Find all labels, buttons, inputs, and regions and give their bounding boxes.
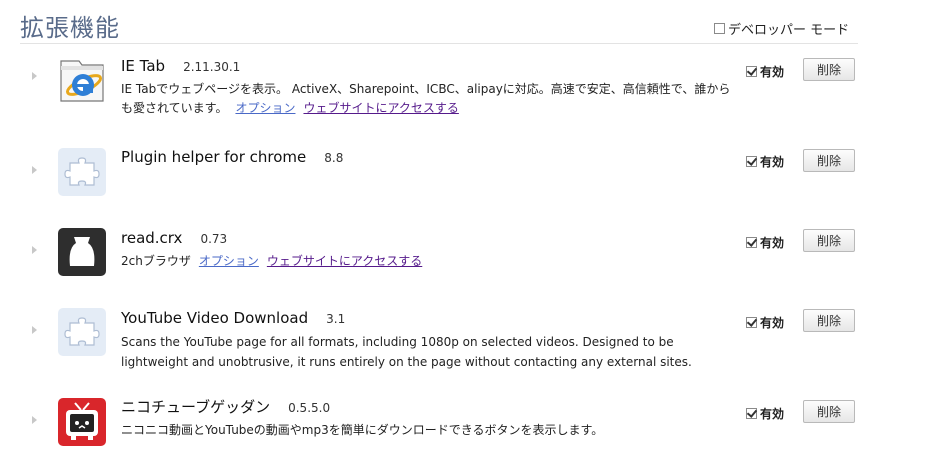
enabled-toggle[interactable]: 有効 xyxy=(746,234,784,251)
remove-button[interactable]: 削除 xyxy=(803,400,855,423)
extension-version: 3.1 xyxy=(326,312,346,326)
remove-button[interactable]: 削除 xyxy=(803,309,855,332)
options-link[interactable]: オプション xyxy=(235,101,295,115)
extension-version: 2.11.30.1 xyxy=(183,60,241,74)
remove-button[interactable]: 削除 xyxy=(803,149,855,172)
expand-arrow-icon[interactable] xyxy=(32,246,37,254)
enabled-label: 有効 xyxy=(760,155,785,169)
enabled-checkbox[interactable] xyxy=(746,237,757,248)
developer-mode-label: デベロッパー モード xyxy=(728,23,850,38)
developer-mode-toggle[interactable]: デベロッパー モード xyxy=(714,19,849,38)
puzzle-piece-icon xyxy=(58,308,106,356)
extension-description: ニコニコ動画とYouTubeの動画やmp3を簡単にダウンロードできるボタンを表示… xyxy=(121,423,604,437)
extension-description: Scans the YouTube page for all formats, … xyxy=(121,335,692,369)
enabled-label: 有効 xyxy=(760,236,785,250)
enabled-toggle[interactable]: 有効 xyxy=(746,405,784,422)
expand-arrow-icon[interactable] xyxy=(32,416,37,424)
expand-arrow-icon[interactable] xyxy=(32,72,37,80)
website-link[interactable]: ウェブサイトにアクセスする xyxy=(303,101,458,115)
enabled-checkbox[interactable] xyxy=(746,66,757,77)
extension-name: YouTube Video Download xyxy=(121,309,309,327)
header-divider xyxy=(20,43,858,44)
enabled-toggle[interactable]: 有効 xyxy=(746,314,784,331)
enabled-checkbox[interactable] xyxy=(746,317,757,328)
extension-name: read.crx xyxy=(121,229,183,247)
enabled-checkbox[interactable] xyxy=(746,408,757,419)
extension-version: 0.73 xyxy=(200,232,228,246)
developer-mode-checkbox[interactable] xyxy=(714,23,725,34)
page-title: 拡張機能 xyxy=(20,14,120,42)
niconico-tv-icon xyxy=(58,398,106,446)
enabled-checkbox[interactable] xyxy=(746,156,757,167)
enabled-toggle[interactable]: 有効 xyxy=(746,63,784,80)
options-link[interactable]: オプション xyxy=(199,254,259,268)
extension-name: Plugin helper for chrome xyxy=(121,148,307,166)
expand-arrow-icon[interactable] xyxy=(32,166,37,174)
remove-button[interactable]: 削除 xyxy=(803,229,855,252)
extension-version: 8.8 xyxy=(324,151,344,165)
puzzle-piece-icon xyxy=(58,148,106,196)
website-link[interactable]: ウェブサイトにアクセスする xyxy=(267,254,422,268)
extension-version: 0.5.5.0 xyxy=(288,401,331,415)
extension-description: 2chブラウザ xyxy=(121,254,191,268)
enabled-label: 有効 xyxy=(760,316,785,330)
enabled-toggle[interactable]: 有効 xyxy=(746,153,784,170)
ie-tab-icon xyxy=(58,56,106,104)
expand-arrow-icon[interactable] xyxy=(32,326,37,334)
enabled-label: 有効 xyxy=(760,407,785,421)
read-crx-icon xyxy=(58,228,106,276)
extension-name: IE Tab xyxy=(121,57,166,75)
enabled-label: 有効 xyxy=(760,65,785,79)
remove-button[interactable]: 削除 xyxy=(803,58,855,81)
extension-name: ニコチューブゲッダン xyxy=(121,398,271,416)
